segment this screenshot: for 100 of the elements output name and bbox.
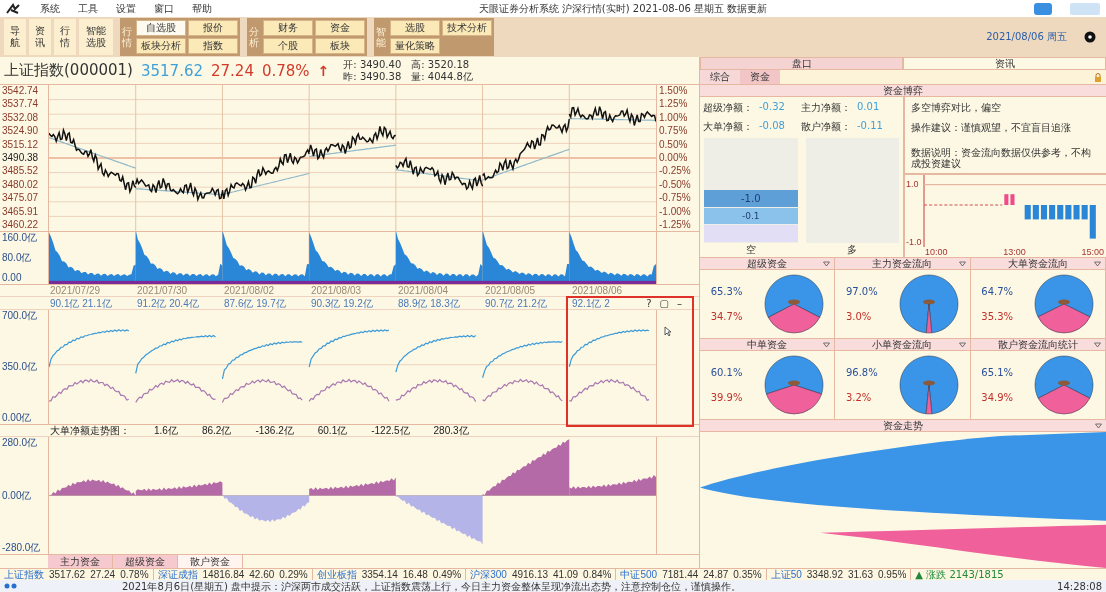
axis-label: 3515.12 <box>2 139 40 150</box>
axis-label: -280.0亿 <box>2 543 42 553</box>
dropdown-icon[interactable] <box>823 261 831 267</box>
dropdown-icon[interactable] <box>958 261 966 267</box>
toolbar-button[interactable]: 报价 <box>188 20 238 36</box>
chart-title: 大单净额走势图： <box>49 425 130 436</box>
index-value: 0.29% <box>279 569 308 580</box>
date-label: 2021/08/06 <box>571 285 623 296</box>
index-value: 0.35% <box>733 569 762 580</box>
axis-label: 3485.52 <box>2 166 40 177</box>
advice-text: 多空博弈对比，偏空 <box>911 101 1002 115</box>
axis-label: 10:00 <box>925 247 948 257</box>
sub-tab[interactable]: 资金 <box>740 70 780 84</box>
index-value: 0.84% <box>583 569 612 580</box>
index-value: 7181.44 <box>662 569 699 580</box>
nav-button[interactable]: 行情 <box>54 19 76 55</box>
pie-slice <box>765 384 822 415</box>
inflow-share: 97.0% <box>845 286 878 297</box>
menu-item[interactable]: 帮助 <box>192 1 212 16</box>
index-value: 27.24 <box>90 569 116 580</box>
panel-button[interactable]: – <box>677 298 682 309</box>
axis-label: -0.50% <box>659 179 692 190</box>
toolbar-button[interactable]: 技术分析 <box>442 20 492 36</box>
index-value: 24.87 <box>703 569 729 580</box>
chart-tab[interactable]: 超级资金 <box>113 555 178 568</box>
dropdown-icon[interactable] <box>1094 342 1101 348</box>
date-label: 2021/08/03 <box>310 285 362 296</box>
axis-label: -1.0 <box>906 237 922 247</box>
index-name[interactable]: 上证指数 <box>4 569 44 580</box>
date-label: 2021/07/30 <box>136 285 188 296</box>
axis-label: 1.0 <box>906 179 920 189</box>
metric-value: -0.08 <box>759 120 786 133</box>
outflow-share: 34.9% <box>981 392 1014 403</box>
panel-tab[interactable]: 盘口 <box>700 57 903 70</box>
axis-label: 0.00 <box>2 273 23 283</box>
index-name[interactable]: 上证50 <box>770 569 802 580</box>
axis-label: 3524.90 <box>2 126 40 137</box>
dropdown-icon[interactable] <box>1094 261 1101 267</box>
index-value: 0.78% <box>120 569 149 580</box>
inflow-share: 60.1% <box>710 367 743 378</box>
axis-label: -1.00% <box>659 206 692 217</box>
menu-item[interactable]: 系统 <box>40 1 60 16</box>
nav-button[interactable]: 导航 <box>4 19 26 55</box>
record-icon[interactable] <box>1084 31 1096 43</box>
metric-value: -0.11 <box>857 120 884 133</box>
inflow-share: 65.1% <box>981 367 1014 378</box>
panel-tab[interactable]: 资讯 <box>903 57 1106 70</box>
dropdown-icon[interactable] <box>1095 423 1102 429</box>
menu-item[interactable]: 工具 <box>78 1 98 16</box>
index-name[interactable]: 沪深300 <box>470 569 507 580</box>
menu-item[interactable]: 窗口 <box>154 1 174 16</box>
advice-text: 操作建议：谨慎观望，不宜盲目追涨 <box>911 121 1072 135</box>
lock-icon[interactable] <box>1094 72 1102 82</box>
quote-stat: 高: 3520.18 <box>411 58 471 71</box>
chart-tab[interactable]: 主力资金 <box>48 555 113 568</box>
nav-button[interactable]: 智能选股 <box>79 19 113 55</box>
metric-label: 散户净额： <box>801 120 852 134</box>
index-value: 0.49% <box>432 569 462 580</box>
index-name[interactable]: 深证成指 <box>157 569 198 580</box>
pie-title: 超级资金 <box>747 258 788 269</box>
panel-button[interactable]: ? <box>646 298 652 309</box>
day-summary: 90.3亿 19.2亿 <box>310 297 373 309</box>
toolbar-button[interactable]: 自选股 <box>136 20 186 36</box>
toolbar-button[interactable]: 资金 <box>315 20 365 36</box>
axis-label: 80.0亿 <box>2 253 33 263</box>
section-title: 资金走势 <box>883 420 923 431</box>
index-value: 3348.92 <box>806 569 843 580</box>
toolbar-button[interactable]: 板块分析 <box>136 38 186 54</box>
day-summary: 91.2亿 20.4亿 <box>136 297 199 309</box>
axis-label: 3475.07 <box>2 193 40 204</box>
axis-label: 0.50% <box>659 139 689 150</box>
inflow-share: 64.7% <box>981 286 1014 297</box>
toolbar-button[interactable]: 个股 <box>263 38 313 54</box>
pie-title: 散户资金流向统计 <box>997 339 1078 350</box>
app-icon[interactable] <box>1034 2 1052 15</box>
toolbar-button[interactable]: 选股 <box>390 20 440 36</box>
window-title: 天眼证券分析系统 沪深行情(实时) 2021-08-06 星期五 数据更新 <box>478 1 768 16</box>
index-value: 3517.62 <box>49 569 86 580</box>
panel-button[interactable]: ▢ <box>659 298 669 309</box>
center-marker <box>923 380 935 386</box>
toolbar-button[interactable]: 指数 <box>188 38 238 54</box>
axis-label: -0.25% <box>659 166 692 177</box>
quote-stat: 昨: 3490.38 <box>343 70 402 83</box>
index-name[interactable]: 创业板指 <box>316 569 357 580</box>
axis-label: 3465.91 <box>2 206 40 217</box>
index-name[interactable]: 中证500 <box>620 569 658 580</box>
toolbar-button[interactable]: 量化策略 <box>390 38 440 54</box>
gauge-label: 空 <box>744 243 757 257</box>
menu-item[interactable]: 设置 <box>116 1 136 16</box>
dropdown-icon[interactable] <box>823 342 831 348</box>
axis-label: 280.0亿 <box>2 438 39 448</box>
toolbar-button[interactable]: 板块 <box>315 38 365 54</box>
chart-tab[interactable]: 散户资金 <box>178 555 243 568</box>
dropdown-icon[interactable] <box>958 342 966 348</box>
sub-tab[interactable]: 综合 <box>700 70 740 84</box>
index-value: 41.09 <box>553 569 579 580</box>
nav-button[interactable]: 资讯 <box>29 19 51 55</box>
toolbar-button[interactable]: 财务 <box>263 20 313 36</box>
date-label: 2021/08/05 <box>484 285 536 296</box>
center-marker <box>787 299 800 305</box>
